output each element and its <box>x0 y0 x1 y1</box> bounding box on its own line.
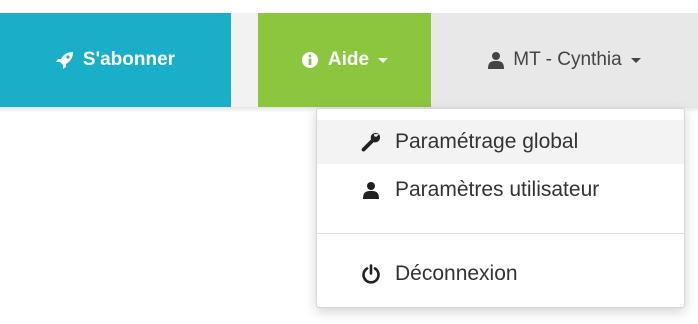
menu-item-logout[interactable]: Déconnexion <box>317 252 684 296</box>
rocket-icon <box>55 51 74 69</box>
navbar-top-strip <box>0 0 698 13</box>
wrench-icon <box>361 132 381 152</box>
user-label: MT - Cynthia <box>513 49 622 70</box>
menu-item-user-settings[interactable]: Paramètres utilisateur <box>317 168 684 212</box>
chevron-down-icon <box>378 57 389 63</box>
menu-item-label: Déconnexion <box>395 262 518 285</box>
menu-item-label: Paramétrage global <box>395 130 579 153</box>
info-circle-icon <box>301 51 319 69</box>
user-icon <box>488 51 505 69</box>
user-dropdown-menu: Paramétrage global Paramètres utilisateu… <box>316 108 685 308</box>
user-menu-button[interactable]: MT - Cynthia <box>431 13 698 107</box>
subscribe-button[interactable]: S'abonner <box>0 13 231 107</box>
help-menu-button[interactable]: Aide <box>258 13 431 107</box>
menu-divider <box>317 233 684 234</box>
help-label: Aide <box>327 49 370 70</box>
subscribe-label: S'abonner <box>82 49 176 70</box>
user-icon <box>361 180 381 200</box>
menu-item-label: Paramètres utilisateur <box>395 178 600 201</box>
chevron-down-icon <box>630 57 641 63</box>
power-icon <box>361 264 381 284</box>
menu-item-global-settings[interactable]: Paramétrage global <box>317 120 684 164</box>
